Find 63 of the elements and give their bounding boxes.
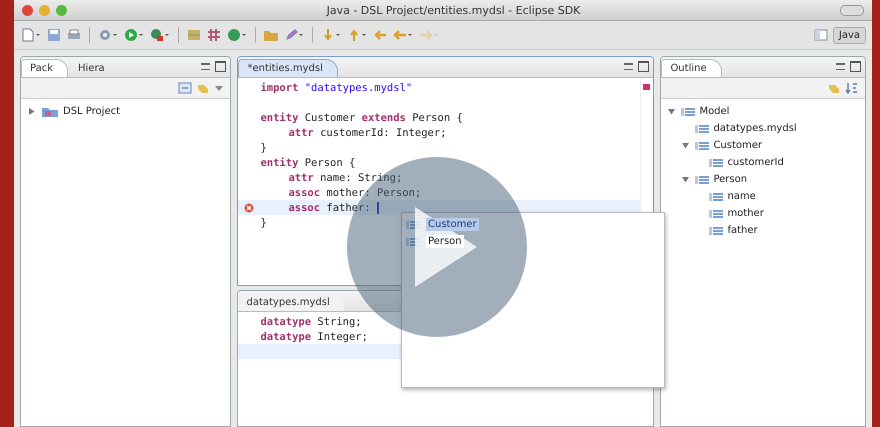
tree-item[interactable]: datatypes.mydsl xyxy=(713,123,797,134)
code-line: assoc mother: Person; xyxy=(288,186,422,198)
save-icon[interactable] xyxy=(46,27,62,43)
editor-tab[interactable]: *entities.mydsl xyxy=(238,59,338,77)
run-icon[interactable] xyxy=(123,27,145,43)
completion-item[interactable]: Person xyxy=(426,235,464,248)
view-tab[interactable]: Hiera xyxy=(70,60,119,77)
expanded-arrow-icon[interactable] xyxy=(682,176,690,183)
tree-item[interactable]: DSL Project xyxy=(63,106,120,117)
maximize-view-icon[interactable] xyxy=(850,61,861,72)
maximize-view-icon[interactable] xyxy=(638,61,650,72)
perspective-button[interactable]: Java xyxy=(832,26,866,44)
tree-item[interactable]: name xyxy=(727,191,756,202)
minimize-view-icon[interactable] xyxy=(624,63,634,70)
element-icon xyxy=(695,124,710,134)
open-perspective-icon[interactable] xyxy=(812,27,829,43)
tree-item[interactable]: Model xyxy=(699,106,730,117)
collapsed-arrow-icon[interactable] xyxy=(28,108,35,115)
element-icon xyxy=(709,192,724,202)
tree-item[interactable]: Person xyxy=(713,174,748,185)
tree-item[interactable]: Customer xyxy=(713,140,762,151)
text-cursor xyxy=(376,202,379,214)
code-line: datatype String; xyxy=(260,316,362,328)
expanded-arrow-icon[interactable] xyxy=(682,142,690,149)
overview-marker-icon[interactable] xyxy=(643,84,650,90)
code-line: import "datatypes.mydsl" xyxy=(260,82,412,94)
maximize-view-icon[interactable] xyxy=(215,61,226,72)
grid-icon[interactable] xyxy=(206,27,222,43)
code-line: entity Customer extends Person { xyxy=(260,112,463,124)
close-button[interactable] xyxy=(22,4,33,16)
project-icon xyxy=(41,106,59,118)
element-icon xyxy=(695,174,710,184)
tree-item[interactable]: mother xyxy=(727,208,764,219)
element-icon xyxy=(681,106,696,116)
package-icon[interactable] xyxy=(186,27,202,43)
tree-item[interactable]: customerId xyxy=(727,157,784,168)
toolbar-toggle-button[interactable] xyxy=(840,4,864,16)
window-title: Java - DSL Project/entities.mydsl - Eclipse SDK xyxy=(325,4,582,16)
editor-tab[interactable]: datatypes.mydsl xyxy=(238,294,344,311)
completion-item[interactable]: Customer xyxy=(426,218,479,231)
element-icon xyxy=(709,226,724,236)
new-file-icon[interactable] xyxy=(20,27,42,43)
minimize-view-icon[interactable] xyxy=(836,63,845,70)
code-line: attr customerId: Integer; xyxy=(288,126,447,138)
code-line: datatype Integer; xyxy=(260,330,368,342)
element-icon xyxy=(695,140,710,150)
code-line: attr name: String; xyxy=(288,172,402,184)
view-tab[interactable]: Outline xyxy=(661,59,722,77)
code-line: assoc father: xyxy=(288,202,371,214)
code-line: } xyxy=(260,216,267,228)
code-line: } xyxy=(260,142,267,154)
view-tab[interactable]: Pack xyxy=(21,59,68,77)
sort-icon[interactable] xyxy=(844,81,859,95)
view-menu-icon[interactable] xyxy=(214,84,224,92)
minimize-view-icon[interactable] xyxy=(201,63,210,70)
pencil-icon[interactable] xyxy=(283,27,305,43)
collapse-all-icon[interactable] xyxy=(178,82,192,94)
zoom-button[interactable] xyxy=(56,4,67,16)
element-icon xyxy=(709,208,724,218)
expanded-arrow-icon[interactable] xyxy=(668,108,676,115)
tree-item[interactable]: father xyxy=(727,225,758,236)
element-icon xyxy=(709,158,724,168)
code-line: entity Person { xyxy=(260,156,356,168)
